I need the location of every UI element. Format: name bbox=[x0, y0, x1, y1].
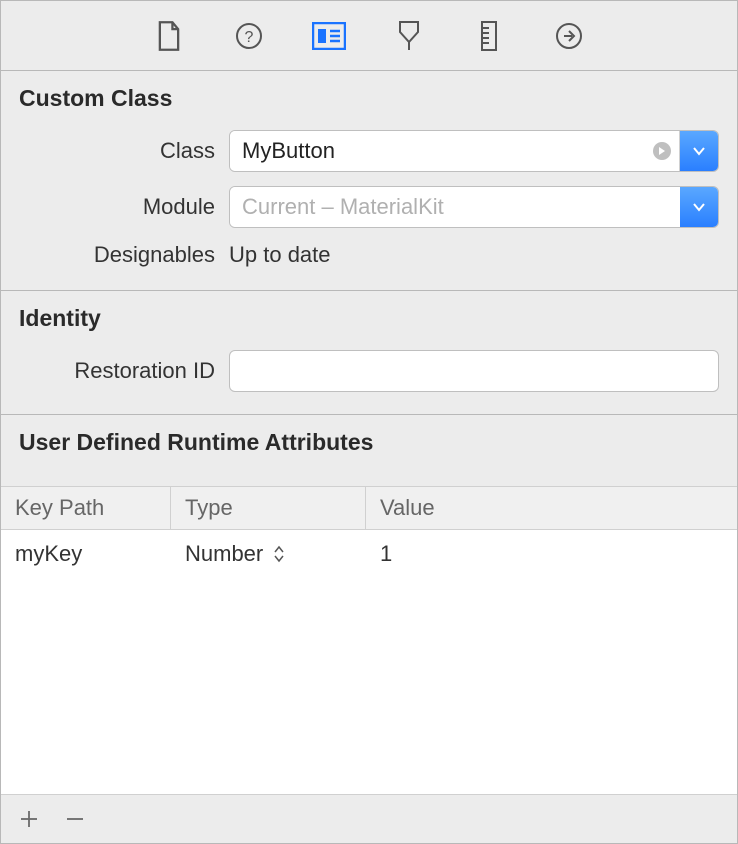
custom-class-section: Custom Class Class Module bbox=[1, 71, 737, 291]
col-header-key[interactable]: Key Path bbox=[1, 487, 171, 529]
col-header-type[interactable]: Type bbox=[171, 487, 366, 529]
class-input[interactable] bbox=[230, 131, 644, 171]
table-header-row: Key Path Type Value bbox=[1, 486, 737, 530]
custom-class-title: Custom Class bbox=[19, 85, 719, 112]
attr-type-value: Number bbox=[185, 541, 263, 567]
remove-button[interactable] bbox=[61, 805, 89, 833]
inspector-toolbar: ? bbox=[1, 1, 737, 71]
size-tab-icon[interactable] bbox=[471, 18, 507, 54]
runtime-attributes-section: User Defined Runtime Attributes Key Path… bbox=[1, 415, 737, 843]
table-row[interactable]: myKey Number 1 bbox=[1, 530, 737, 578]
restoration-label: Restoration ID bbox=[19, 358, 229, 384]
col-header-value[interactable]: Value bbox=[366, 487, 737, 529]
attributes-tab-icon[interactable] bbox=[391, 18, 427, 54]
restoration-input[interactable] bbox=[229, 350, 719, 392]
module-combo[interactable] bbox=[229, 186, 719, 228]
restoration-row: Restoration ID bbox=[19, 350, 719, 392]
connections-tab-icon[interactable] bbox=[551, 18, 587, 54]
runtime-attributes-title: User Defined Runtime Attributes bbox=[19, 429, 719, 456]
class-combo[interactable] bbox=[229, 130, 719, 172]
designables-value: Up to date bbox=[229, 242, 331, 268]
module-dropdown-button[interactable] bbox=[680, 187, 718, 227]
runtime-attributes-table: Key Path Type Value myKey Number bbox=[1, 486, 737, 843]
svg-text:?: ? bbox=[245, 29, 254, 46]
module-label: Module bbox=[19, 194, 229, 220]
designables-label: Designables bbox=[19, 242, 229, 268]
file-tab-icon[interactable] bbox=[151, 18, 187, 54]
stepper-icon[interactable] bbox=[273, 545, 285, 563]
add-button[interactable] bbox=[15, 805, 43, 833]
class-label: Class bbox=[19, 138, 229, 164]
module-input[interactable] bbox=[230, 187, 680, 227]
class-row: Class bbox=[19, 130, 719, 172]
attr-type-cell[interactable]: Number bbox=[171, 541, 366, 567]
table-footer bbox=[1, 795, 737, 843]
identity-tab-icon[interactable] bbox=[311, 18, 347, 54]
module-row: Module bbox=[19, 186, 719, 228]
inspector-panel: ? Custom Class Class bbox=[0, 0, 738, 844]
designables-row: Designables Up to date bbox=[19, 242, 719, 268]
help-tab-icon[interactable]: ? bbox=[231, 18, 267, 54]
table-body: myKey Number 1 bbox=[1, 530, 737, 795]
attr-key-cell[interactable]: myKey bbox=[1, 541, 171, 567]
identity-section: Identity Restoration ID bbox=[1, 291, 737, 415]
class-dropdown-button[interactable] bbox=[680, 131, 718, 171]
identity-title: Identity bbox=[19, 305, 719, 332]
attr-value-cell[interactable]: 1 bbox=[366, 541, 737, 567]
circle-arrow-icon[interactable] bbox=[644, 131, 680, 171]
